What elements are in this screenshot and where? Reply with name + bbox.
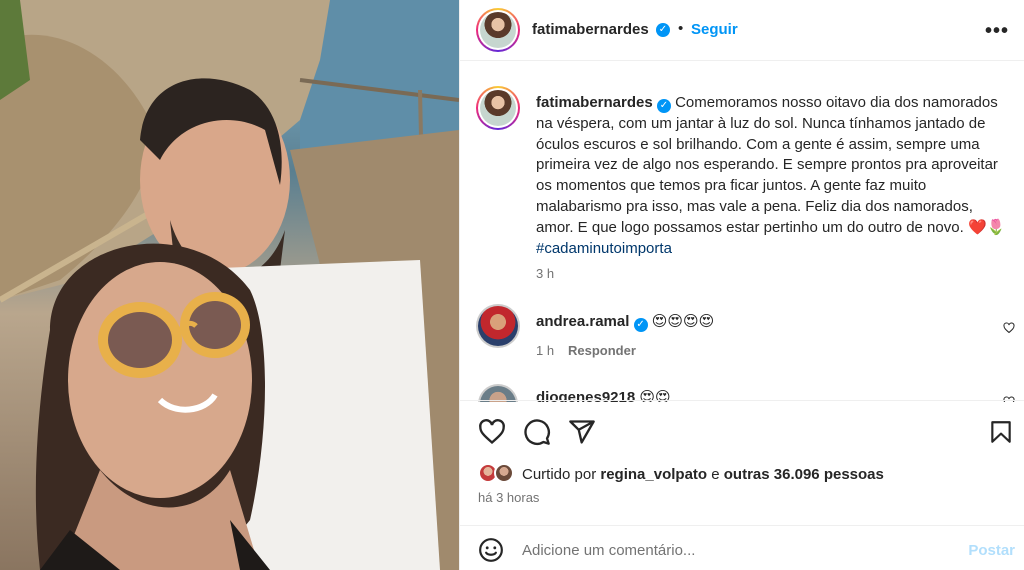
post-header: fatimabernardes ✓ • Seguir ••• <box>460 0 1024 61</box>
post-actions-bar <box>460 400 1024 520</box>
caption-author-avatar[interactable] <box>476 86 520 130</box>
liker-avatar[interactable] <box>494 463 514 483</box>
liker-username[interactable]: regina_volpato <box>600 466 707 483</box>
post-detail-panel: fatimabernardes ✓ • Seguir ••• fatimaber… <box>459 0 1024 570</box>
caption-timestamp[interactable]: 3 h <box>536 266 554 281</box>
post-timestamp[interactable]: há 3 horas <box>478 490 539 505</box>
share-icon[interactable] <box>568 418 596 446</box>
follow-button[interactable]: Seguir <box>691 21 738 38</box>
hashtag-link[interactable]: #cadaminutoimporta <box>536 240 672 257</box>
likes-prefix: Curtido por <box>522 466 597 483</box>
likes-summary: Curtido por regina_volpato e outras 36.0… <box>522 466 884 483</box>
smiley-icon[interactable] <box>478 537 504 563</box>
comment-row: andrea.ramal ✓ 😍😍😍😍 <box>536 312 714 332</box>
comments-list[interactable]: fatimabernardes ✓ Comemoramos nosso oita… <box>460 62 1024 402</box>
bookmark-icon[interactable] <box>988 418 1014 446</box>
reply-button[interactable]: Responder <box>568 343 636 358</box>
comment-input[interactable]: Adicione um comentário... <box>522 542 695 559</box>
verified-icon: ✓ <box>656 99 671 113</box>
comment-username[interactable]: andrea.ramal <box>536 313 629 330</box>
verified-icon: ✓ <box>656 23 670 37</box>
commenter-avatar[interactable] <box>476 304 520 348</box>
caption-text: Comemoramos nosso oitavo dia dos namorad… <box>536 94 998 236</box>
comment-icon[interactable] <box>523 418 551 446</box>
couple-selfie-image <box>0 0 459 570</box>
post-comment-button[interactable]: Postar <box>968 542 1015 559</box>
verified-icon: ✓ <box>633 318 648 332</box>
caption-emojis: ❤️🌷 <box>967 218 1006 236</box>
post-photo[interactable] <box>0 0 459 570</box>
likes-count[interactable]: outras 36.096 pessoas <box>724 466 884 483</box>
heart-icon[interactable] <box>1003 322 1015 334</box>
comment-composer: Adicione um comentário... Postar <box>460 525 1024 570</box>
author-username[interactable]: fatimabernardes <box>532 21 649 38</box>
heart-icon[interactable] <box>478 418 506 446</box>
likes-connector: e <box>711 466 720 483</box>
post-caption: fatimabernardes ✓ Comemoramos nosso oita… <box>536 93 1006 259</box>
author-avatar[interactable] <box>476 8 520 52</box>
header-separator: • <box>678 20 684 37</box>
more-options-icon[interactable]: ••• <box>985 20 1009 43</box>
comment-text: 😍😍😍😍 <box>651 313 715 330</box>
comment-timestamp[interactable]: 1 h <box>536 343 554 358</box>
caption-username[interactable]: fatimabernardes <box>536 94 653 111</box>
